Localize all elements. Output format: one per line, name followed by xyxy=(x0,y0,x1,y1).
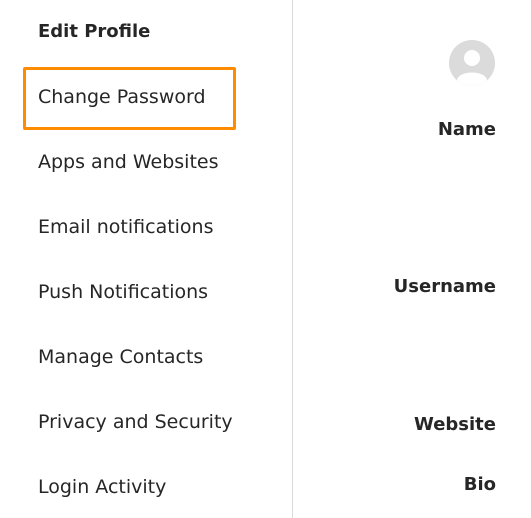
name-label: Name xyxy=(437,119,496,140)
settings-sidebar: Edit Profile Change Password Apps and We… xyxy=(0,0,293,518)
sidebar-item-apps-and-websites[interactable]: Apps and Websites xyxy=(38,150,218,174)
sidebar-item-privacy-and-security[interactable]: Privacy and Security xyxy=(38,410,233,434)
sidebar-item-email-notifications[interactable]: Email notifications xyxy=(38,215,214,239)
edit-profile-panel: Name Username Website Bio xyxy=(294,0,531,518)
sidebar-item-edit-profile[interactable]: Edit Profile xyxy=(38,20,150,44)
sidebar-item-push-notifications[interactable]: Push Notifications xyxy=(38,280,208,304)
avatar-silhouette-icon xyxy=(449,40,495,86)
username-label: Username xyxy=(393,276,496,297)
website-label: Website xyxy=(413,414,496,435)
sidebar-item-manage-contacts[interactable]: Manage Contacts xyxy=(38,345,203,369)
default-avatar-icon[interactable] xyxy=(449,40,495,86)
sidebar-item-login-activity[interactable]: Login Activity xyxy=(38,475,166,499)
sidebar-item-change-password[interactable]: Change Password xyxy=(38,85,206,109)
bio-label: Bio xyxy=(463,474,496,495)
